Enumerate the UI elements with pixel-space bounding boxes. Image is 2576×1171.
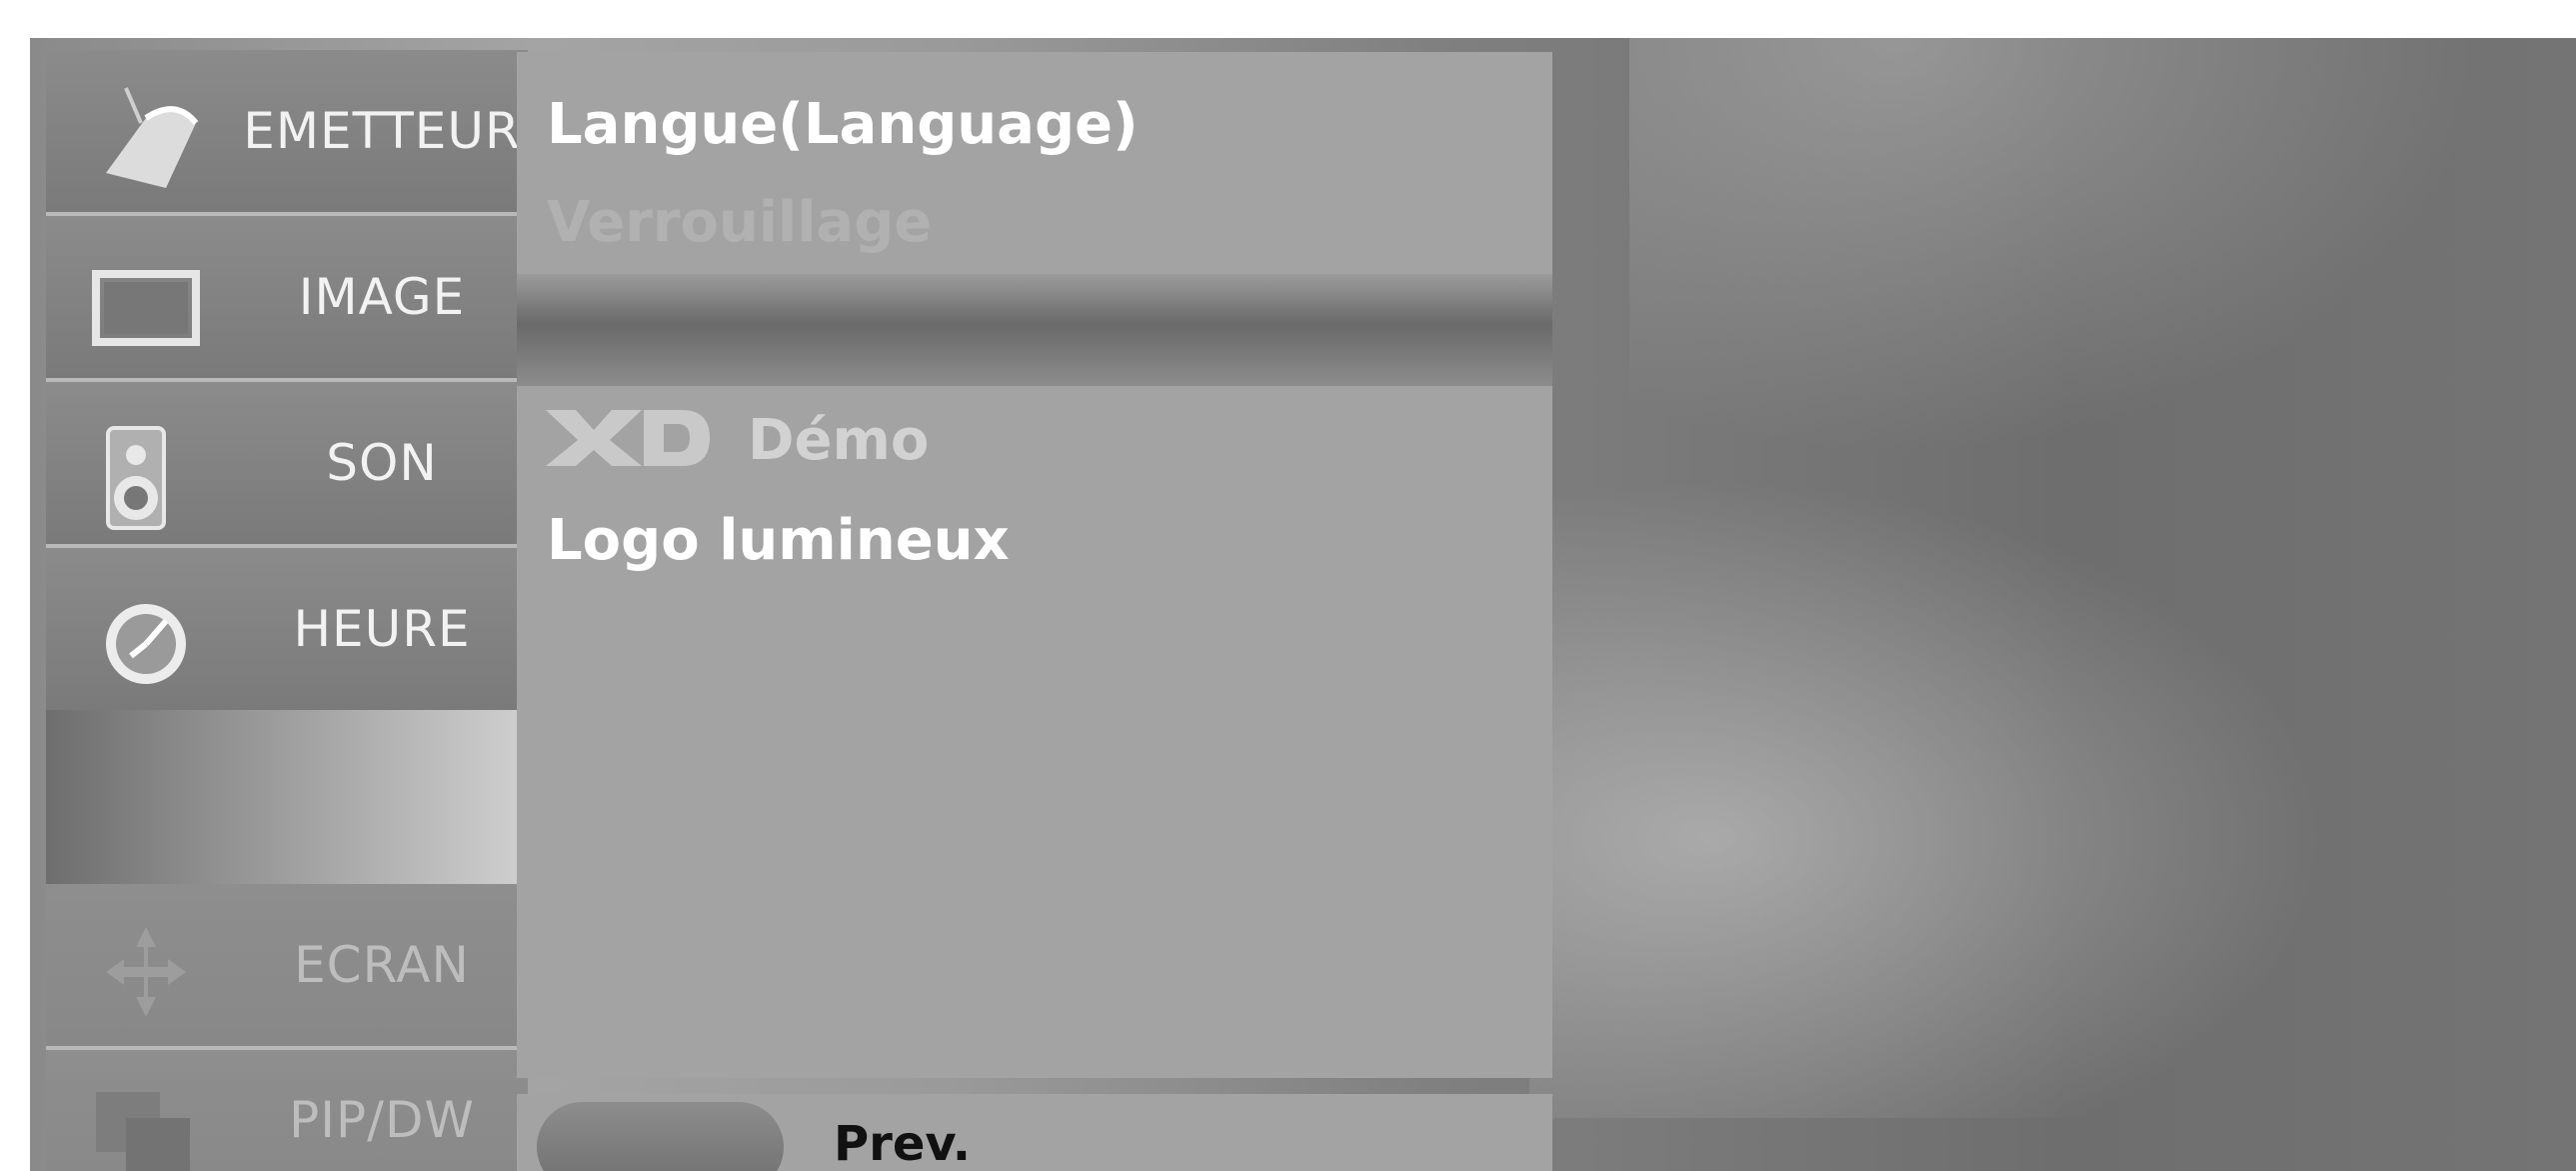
prev-button-pill[interactable] [537,1102,784,1171]
tab-label-pip-dw: PIP/DW [289,1091,475,1149]
tab-image[interactable]: IMAGE [46,216,528,382]
menu-item-langue[interactable]: Langue(Language) [547,92,1139,157]
satellite-dish-icon [106,87,199,188]
tab-emetteur[interactable]: EMETTEUR [46,50,528,216]
osd-menu: EMETTEUR IMAGE SON HEURE ECRAN PIP/DW La… [30,38,2576,1171]
menu-item-demo[interactable]: Démo [748,408,929,473]
tab-label-image: IMAGE [298,268,466,326]
prev-label: Prev. [834,1116,972,1171]
tab-heure[interactable]: HEURE [46,548,528,710]
tab-ecran[interactable]: ECRAN [46,884,528,1050]
menu-item-verrouillage[interactable]: Verrouillage [547,190,932,255]
sidebar-gap [46,710,528,910]
tab-label-emetteur: EMETTEUR [243,102,521,160]
menu-panel-main [517,386,1552,1078]
tab-son[interactable]: SON [46,382,528,548]
screen-icon [92,270,200,346]
menu-item-logo-lumineux[interactable]: Logo lumineux [547,508,1010,573]
xd-logo-icon [546,410,710,466]
tab-pip-dw[interactable]: PIP/DW [46,1050,528,1171]
clock-icon [106,604,186,684]
menu-divider-band [517,274,1552,386]
tab-label-ecran: ECRAN [294,936,470,994]
tab-label-son: SON [326,434,438,492]
tab-label-heure: HEURE [293,600,471,658]
speaker-icon [106,426,166,530]
arrows-icon [106,927,186,1017]
pip-icon [96,1092,190,1171]
background-glow [1529,418,2429,1118]
